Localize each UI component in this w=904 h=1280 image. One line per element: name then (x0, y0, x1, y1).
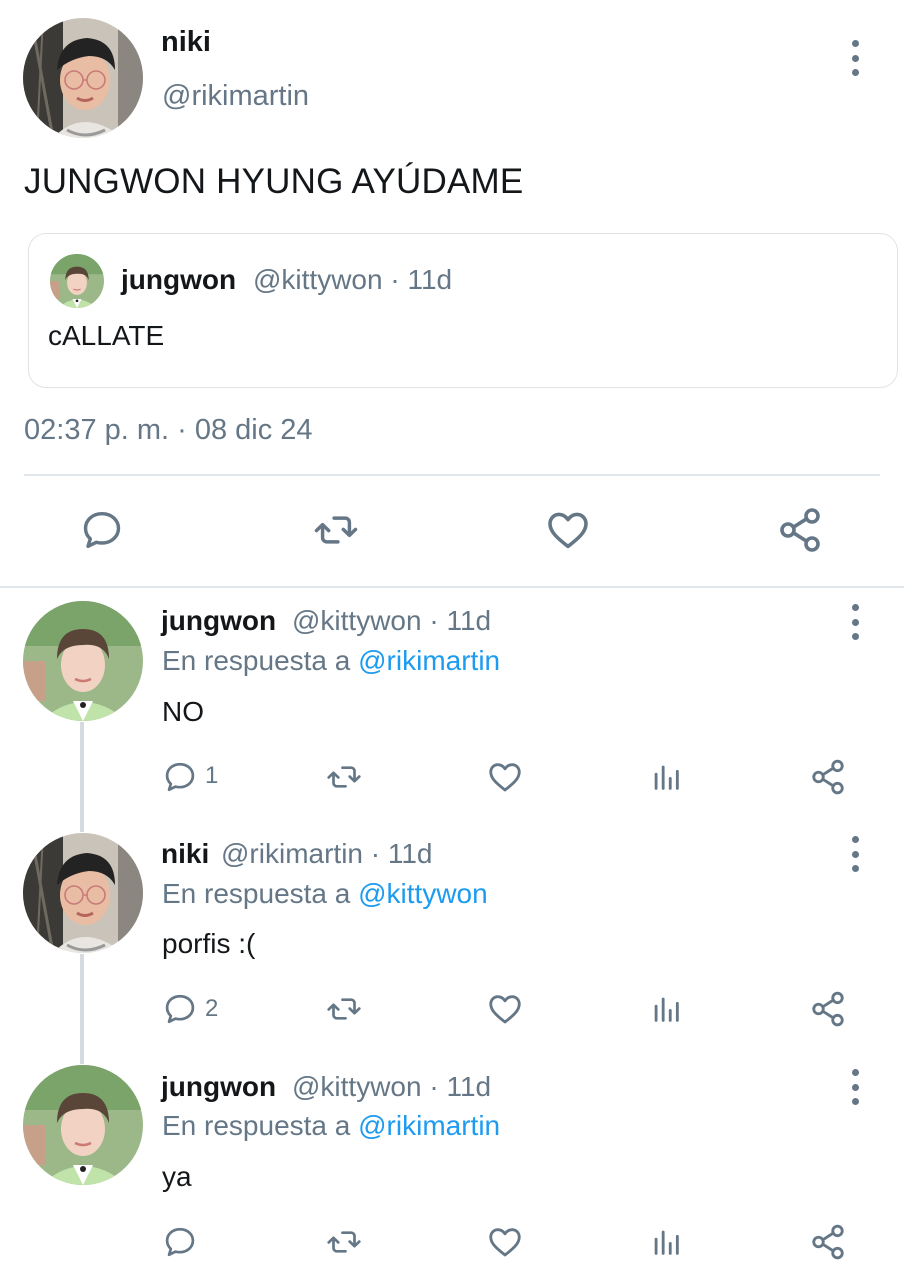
avatar-niki[interactable] (23, 18, 143, 138)
quoted-tweet-text: cALLATE (48, 320, 165, 351)
more-vertical-icon[interactable] (849, 1069, 861, 1105)
quoted-author-name: jungwon (121, 264, 237, 295)
like-icon[interactable] (486, 758, 524, 796)
avatar-niki[interactable] (23, 833, 143, 953)
reply-count: 2 (205, 995, 219, 1022)
like-icon[interactable] (486, 1223, 524, 1261)
reply-count: 1 (205, 762, 219, 789)
tweet-text: ya (162, 1161, 192, 1192)
stats-icon[interactable] (648, 992, 684, 1026)
reply-context: En respuesta a @rikimartin (162, 645, 500, 677)
divider (24, 474, 880, 476)
retweet-icon[interactable] (310, 507, 362, 553)
thread-connector (80, 722, 84, 832)
tweet-text: porfis :( (162, 928, 256, 959)
share-icon[interactable] (776, 506, 824, 554)
reply-icon[interactable] (162, 991, 198, 1027)
mention-link[interactable]: @rikimartin (358, 1110, 500, 1141)
author-name[interactable]: jungwon (161, 1071, 276, 1103)
quoted-author-meta: @kittywon · 11d (253, 264, 453, 295)
more-vertical-icon[interactable] (849, 40, 861, 76)
like-icon[interactable] (486, 990, 524, 1028)
divider (0, 586, 904, 588)
more-vertical-icon[interactable] (849, 836, 861, 872)
reply-context: En respuesta a @rikimartin (162, 1110, 500, 1142)
reply-prefix: En respuesta a (162, 1110, 359, 1141)
reply-icon[interactable] (162, 759, 198, 795)
quoted-tweet-card[interactable] (28, 233, 898, 388)
reply-prefix: En respuesta a (162, 645, 359, 676)
stats-icon[interactable] (648, 760, 684, 794)
tweet-text: JUNGWON HYUNG AYÚDAME (24, 162, 524, 201)
share-icon[interactable] (809, 758, 847, 796)
stats-icon[interactable] (648, 1225, 684, 1259)
author-name[interactable]: jungwon (161, 605, 276, 637)
mention-link[interactable]: @rikimartin (358, 645, 500, 676)
author-meta: @rikimartin · 11d (221, 838, 433, 869)
tweet-timestamp: 02:37 p. m. · 08 dic 24 (24, 414, 313, 446)
more-vertical-icon[interactable] (849, 604, 861, 640)
thread-connector (80, 954, 84, 1064)
retweet-icon[interactable] (324, 1224, 364, 1260)
mention-link[interactable]: @kittywon (358, 878, 488, 909)
avatar-jungwon[interactable] (23, 601, 143, 721)
reply-icon[interactable] (162, 1224, 198, 1260)
share-icon[interactable] (809, 990, 847, 1028)
reply-context: En respuesta a @kittywon (162, 878, 488, 910)
avatar-jungwon (50, 254, 104, 308)
author-meta: @kittywon · 11d (292, 1071, 492, 1102)
like-icon[interactable] (544, 506, 592, 554)
retweet-icon[interactable] (324, 991, 364, 1027)
author-name[interactable]: niki (161, 26, 211, 59)
reply-icon[interactable] (79, 507, 125, 553)
share-icon[interactable] (809, 1223, 847, 1261)
tweet-text: NO (162, 696, 204, 727)
author-meta: @kittywon · 11d (292, 605, 492, 636)
author-handle[interactable]: @rikimartin (162, 80, 309, 113)
retweet-icon[interactable] (324, 759, 364, 795)
avatar-jungwon[interactable] (23, 1065, 143, 1185)
reply-prefix: En respuesta a (162, 878, 359, 909)
author-name[interactable]: niki (161, 838, 209, 870)
